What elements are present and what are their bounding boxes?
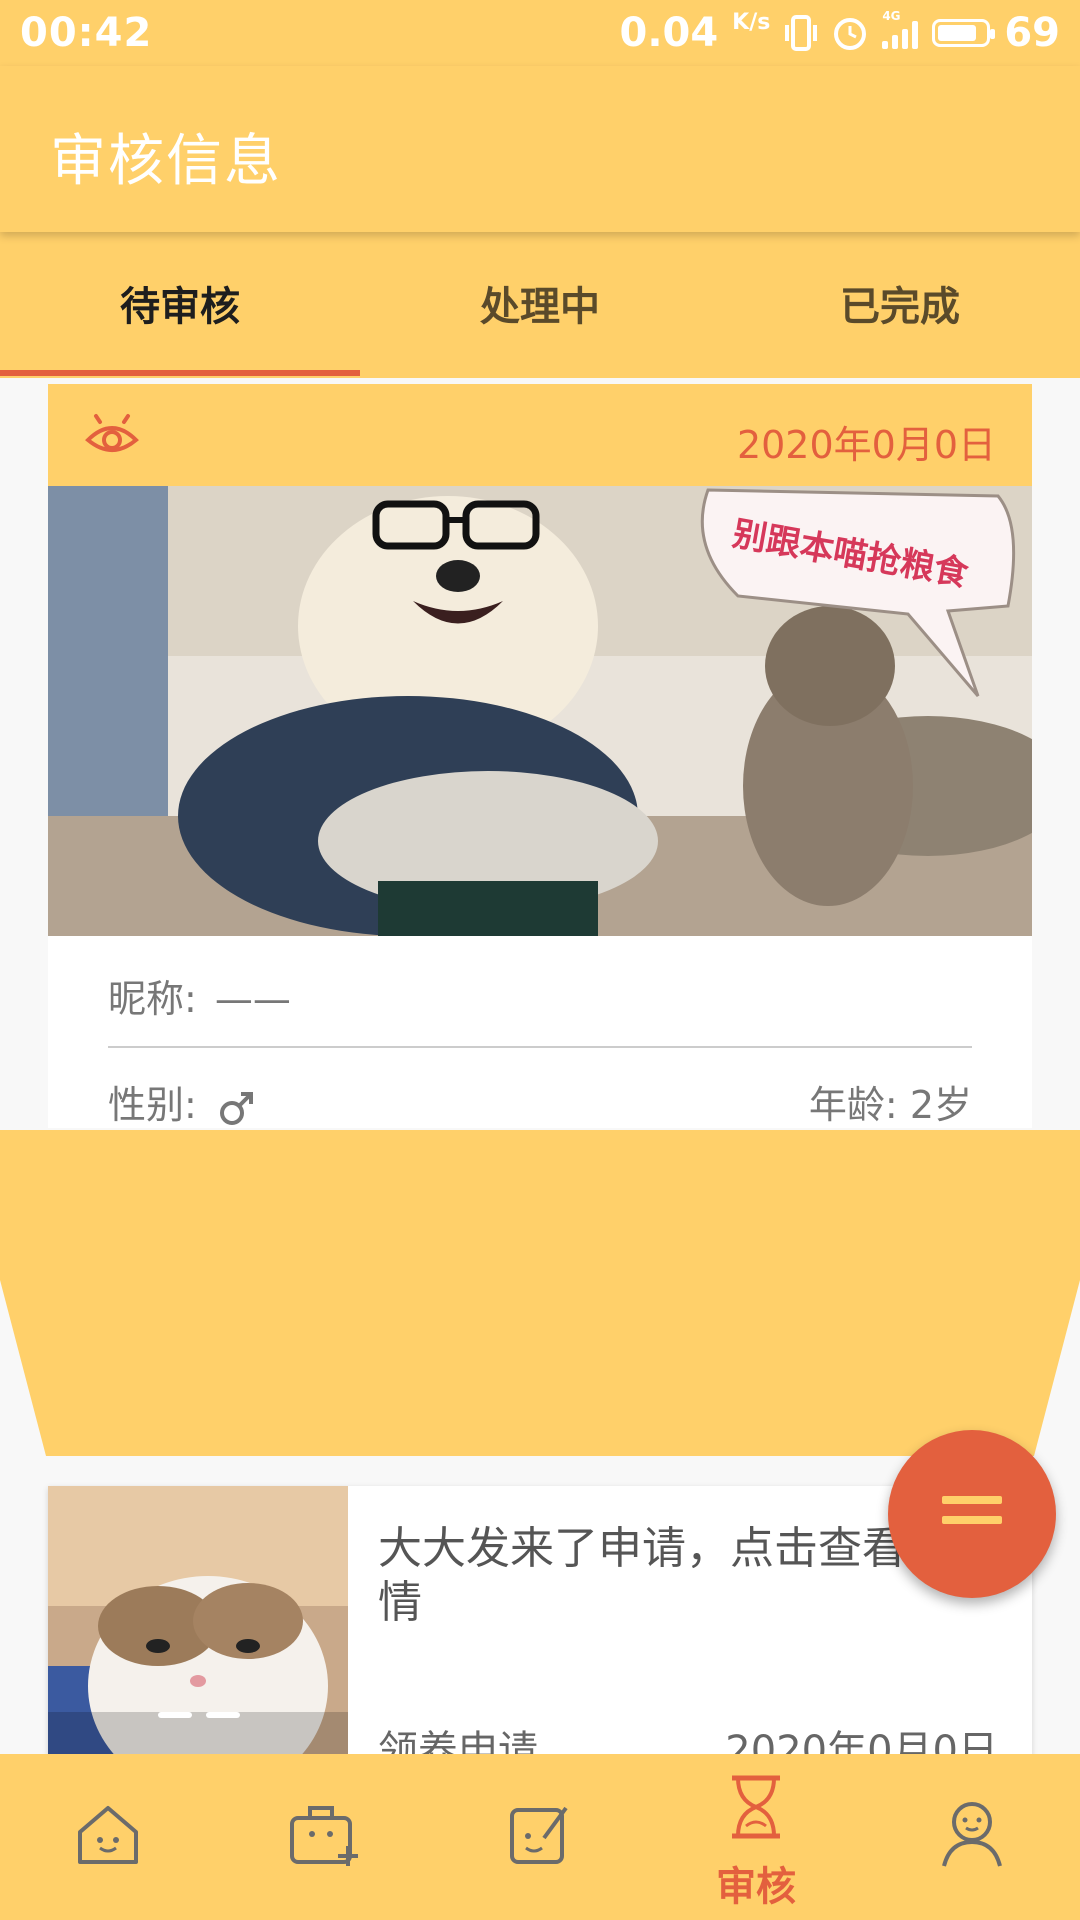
vibrate-icon <box>785 15 818 51</box>
thumbnail-indicator <box>158 1712 240 1718</box>
age-field: 年龄: 2岁 <box>809 1074 972 1129</box>
gender-label: 性别: <box>108 1083 197 1127</box>
network-speed: 0.04 K/s <box>619 10 771 56</box>
edit-icon <box>510 1806 568 1864</box>
status-bar: 00:42 0.04 K/s 4G 69 <box>0 0 1080 66</box>
menu-fab[interactable] <box>888 1430 1056 1598</box>
nav-medical[interactable] <box>216 1754 432 1920</box>
hourglass-icon <box>732 1775 780 1839</box>
nickname-row: 昵称: —— <box>108 968 972 1023</box>
bottom-nav: 审核 <box>0 1754 1080 1920</box>
gender-age-row: 性别: 年龄: 2岁 <box>108 1074 972 1129</box>
battery-level: 69 <box>1004 10 1060 56</box>
pet-photo[interactable]: 别跟本喵抢粮食 <box>48 486 1032 936</box>
home-icon <box>78 1806 138 1864</box>
nav-profile[interactable] <box>864 1754 1080 1920</box>
application-date: 2020年0月0日 <box>725 1728 998 1754</box>
tab-pending[interactable]: 待审核 <box>0 232 360 378</box>
male-icon <box>219 1091 253 1125</box>
status-time: 00:42 <box>20 10 153 56</box>
age-value: 2岁 <box>909 1083 972 1127</box>
profile-icon <box>942 1802 1002 1867</box>
battery-icon <box>932 19 996 47</box>
nav-review-label: 审核 <box>716 1864 796 1910</box>
nickname-value: —— <box>214 977 291 1021</box>
nav-review[interactable]: 审核 <box>648 1754 864 1920</box>
nav-home[interactable] <box>0 1754 216 1920</box>
signal-icon: 4G <box>882 9 919 49</box>
tab-bar: 待审核 处理中 已完成 <box>0 232 1080 378</box>
page-title: 审核信息 <box>50 129 282 194</box>
application-card[interactable]: 大大发来了申请，点击查看详情 领养申请 2020年0月0日 <box>48 1486 1032 1754</box>
status-icons: 0.04 K/s 4G 69 <box>619 9 1061 56</box>
eye-icon[interactable] <box>84 412 140 460</box>
divider <box>108 1046 972 1048</box>
age-label: 年龄: <box>808 1083 898 1127</box>
app-bar: 审核信息 <box>0 66 1080 232</box>
decorative-band <box>0 1130 1080 1456</box>
review-card[interactable]: 2020年0月0日 别跟本喵抢粮食 昵称: —— 性别: 年龄: 2岁 <box>48 384 1032 1128</box>
tab-processing[interactable]: 处理中 <box>360 232 720 378</box>
application-title: 大大发来了申请，点击查看详情 <box>378 1523 950 1628</box>
tab-indicator <box>0 370 360 376</box>
nav-edit[interactable] <box>432 1754 648 1920</box>
nickname-label: 昵称: <box>108 977 197 1021</box>
review-card-header: 2020年0月0日 <box>48 384 1032 486</box>
tab-completed[interactable]: 已完成 <box>720 232 1080 378</box>
application-type: 领养申请 <box>378 1728 538 1754</box>
application-thumbnail[interactable] <box>48 1486 348 1754</box>
medical-bag-icon <box>290 1806 358 1866</box>
review-date: 2020年0月0日 <box>736 423 996 467</box>
alarm-icon <box>834 18 867 50</box>
